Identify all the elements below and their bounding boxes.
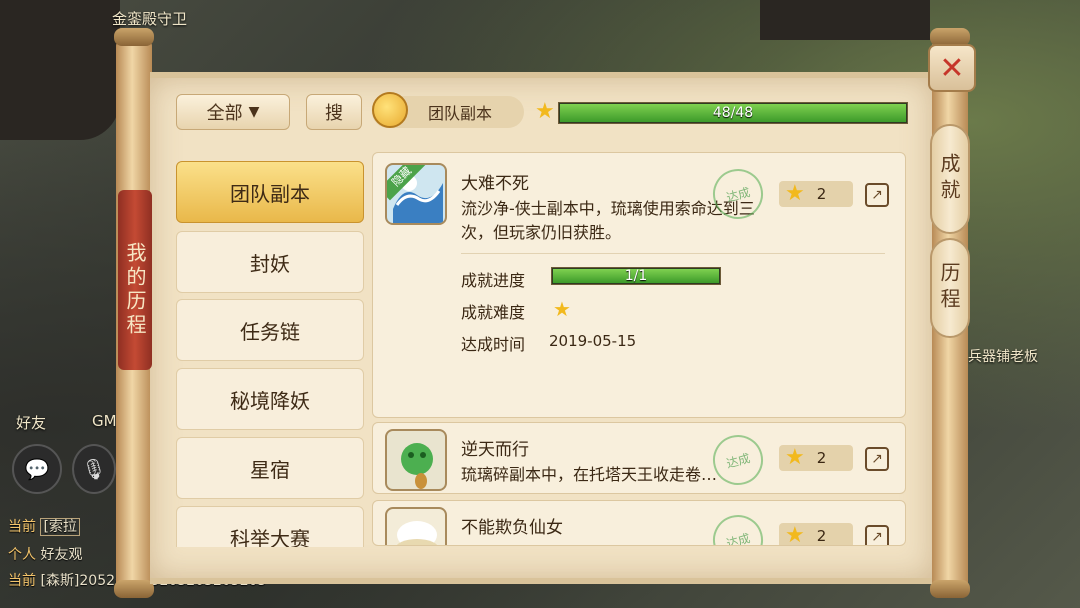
time-label: 达成时间 [461, 335, 526, 354]
filter-dropdown[interactable]: 全部 ▼ [176, 94, 290, 130]
microphone-icon: 🎙 [81, 457, 107, 481]
time-value: 2019-05-15 [549, 332, 637, 350]
star-icon: ★ [785, 181, 805, 206]
npc-name-right: 兵器铺老板 [968, 349, 1038, 365]
category-item[interactable]: 封妖 [176, 231, 364, 293]
chat-text: 好友观 [40, 547, 83, 563]
chick-icon [372, 92, 408, 128]
achievement-title: 不能欺负仙女 [461, 518, 563, 538]
friends-label[interactable]: 好友 [16, 412, 46, 433]
achievement-card[interactable]: 隐藏 大难不死 流沙净-侠士副本中，琉璃使用索命达到三次，但玩家仍旧获胜。 达成… [372, 152, 906, 418]
achievement-title: 大难不死 [461, 174, 529, 194]
scroll-cap [114, 580, 154, 598]
points-box: ★ 2 [779, 523, 853, 546]
points-value: 2 [816, 527, 827, 545]
progress-text: 1/1 [624, 268, 648, 284]
achievement-icon: 隐藏 [385, 163, 447, 225]
points-value: 2 [816, 449, 827, 467]
gm-label[interactable]: GM [92, 412, 117, 430]
filter-label: 全部 [206, 103, 243, 124]
achievement-title: 逆天而行 [461, 440, 529, 460]
achievement-card[interactable]: 不能欺负仙女 达成 ★ 2 ↗ [372, 500, 906, 546]
chat-channel-tag: 当前 [8, 519, 36, 535]
share-button[interactable]: ↗ [865, 525, 889, 545]
search-button[interactable]: 搜 [306, 94, 362, 130]
chat-button[interactable]: 💬 [12, 444, 62, 494]
chat-line: 个人 好友观 [8, 544, 82, 564]
achieved-stamp: 达成 [707, 509, 769, 545]
category-list[interactable]: 团队副本 封妖 任务链 秘境降妖 星宿 科举大赛 [176, 145, 364, 547]
achievement-card[interactable]: 逆天而行 琉璃碎副本中，在托塔天王收走卷… 达成 ★ 2 ↗ [372, 422, 906, 494]
progress-label: 成就进度 [461, 271, 526, 290]
category-item[interactable]: 星宿 [176, 437, 364, 499]
difficulty-label: 成就难度 [461, 303, 526, 322]
star-icon: ★ [785, 523, 805, 546]
category-item[interactable]: 秘境降妖 [176, 368, 364, 430]
category-item[interactable]: 团队副本 [176, 161, 364, 223]
chat-channel-tag: 个人 [8, 547, 36, 563]
difficulty-star-icon: ★ [553, 297, 571, 321]
progress-text: 48/48 [712, 105, 754, 121]
scroll-cap [114, 28, 154, 46]
points-box: ★ 2 [779, 181, 853, 207]
star-icon: ★ [535, 99, 555, 124]
chevron-down-icon: ▼ [248, 104, 260, 120]
scroll-cap [930, 580, 970, 598]
achievement-progress-bar: 1/1 [551, 267, 721, 285]
points-value: 2 [816, 185, 827, 203]
points-box: ★ 2 [779, 445, 853, 471]
achievement-icon [385, 507, 447, 545]
close-icon: ✕ [939, 50, 965, 86]
category-item[interactable]: 科举大赛 [176, 506, 364, 547]
tab-history[interactable]: 历程 [930, 238, 970, 338]
chat-channel-tag: 当前 [8, 573, 36, 589]
achievement-icon [385, 429, 447, 491]
close-button[interactable]: ✕ [928, 44, 976, 92]
star-icon: ★ [785, 445, 805, 470]
side-title-ribbon: 我的历程 [118, 190, 152, 370]
chat-bubble-icon: 💬 [24, 457, 50, 481]
tab-achievements[interactable]: 成就 [930, 124, 970, 234]
chat-text: [索拉 [40, 518, 80, 536]
category-item[interactable]: 任务链 [176, 299, 364, 361]
building-roof [760, 0, 930, 40]
share-icon: ↗ [871, 187, 883, 203]
share-button[interactable]: ↗ [865, 447, 889, 471]
building-roof [0, 0, 120, 140]
chat-line: 当前 [索拉 [8, 516, 80, 536]
voice-button[interactable]: 🎙 [72, 444, 116, 494]
category-progress-bar: 48/48 [558, 102, 908, 124]
share-icon: ↗ [871, 451, 883, 467]
share-icon: ↗ [871, 529, 883, 545]
npc-name-top: 金銮殿守卫 [112, 10, 188, 28]
divider [461, 253, 885, 254]
share-button[interactable]: ↗ [865, 183, 889, 207]
